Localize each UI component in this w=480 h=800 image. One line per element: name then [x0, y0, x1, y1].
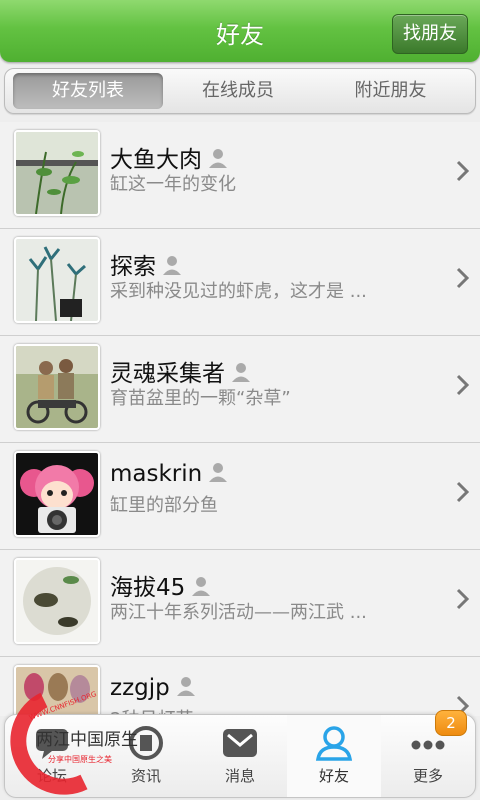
friend-latest-post: 采到种没见过的虾虎，这才是 ... — [110, 281, 367, 302]
forum-icon — [36, 729, 68, 759]
nav-label: 消息 — [224, 767, 255, 785]
list-item[interactable]: 海拔45 两江十年系列活动——两江武 ... — [0, 550, 480, 657]
tab-friend-list[interactable]: 好友列表 — [13, 73, 163, 109]
chevron-right-icon — [456, 160, 470, 186]
person-icon — [208, 462, 228, 488]
find-friends-button[interactable]: 找朋友 — [392, 14, 468, 54]
list-item[interactable]: 灵魂采集者 育苗盆里的一颗“杂草” — [0, 336, 480, 443]
tab-online-members[interactable]: 在线成员 — [163, 73, 313, 109]
chevron-right-icon — [456, 267, 470, 293]
friend-name: zzgjp — [110, 675, 170, 701]
friend-name-row: 大鱼大肉 — [110, 140, 228, 174]
avatar[interactable] — [14, 665, 100, 716]
list-item[interactable]: zzgjp 2种吊灯花 — [0, 657, 480, 716]
segmented-tabs: 好友列表 在线成员 附近朋友 — [4, 68, 476, 114]
nav-label: 更多 — [412, 767, 443, 785]
friend-list: 大鱼大肉 缸这一年的变化 探索 采到种没见过的虾虎，这才是 ... 灵魂采集者 … — [0, 116, 480, 716]
friend-latest-post: 缸里的部分鱼 — [110, 495, 218, 516]
avatar[interactable] — [14, 558, 100, 644]
friend-name-row: 探索 — [110, 247, 182, 281]
nav-label: 好友 — [318, 767, 349, 785]
notification-badge: 2 — [435, 710, 467, 736]
friend-name-row: maskrin — [110, 461, 228, 488]
friends-icon — [315, 726, 353, 761]
person-icon — [176, 676, 196, 702]
bottom-nav: 论坛 资讯 消息 好友 更多 — [4, 714, 476, 798]
nav-forum[interactable]: 论坛 — [5, 715, 99, 797]
chevron-right-icon — [456, 481, 470, 507]
news-icon — [129, 726, 163, 760]
avatar[interactable] — [14, 237, 100, 323]
message-icon — [223, 729, 257, 757]
list-item[interactable]: 探索 采到种没见过的虾虎，这才是 ... — [0, 229, 480, 336]
chevron-right-icon — [456, 588, 470, 614]
chevron-right-icon — [456, 374, 470, 400]
list-item[interactable]: maskrin 缸里的部分鱼 — [0, 443, 480, 550]
list-item[interactable]: 大鱼大肉 缸这一年的变化 — [0, 122, 480, 229]
friend-name-row: 海拔45 — [110, 568, 211, 602]
title-bar: 好友 找朋友 — [0, 0, 480, 62]
friend-name: maskrin — [110, 461, 203, 487]
avatar[interactable] — [14, 451, 100, 537]
nav-label: 资讯 — [130, 767, 161, 785]
nav-label: 论坛 — [36, 767, 67, 785]
nav-news[interactable]: 资讯 — [99, 715, 193, 797]
friend-latest-post: 两江十年系列活动——两江武 ... — [110, 602, 367, 623]
friend-latest-post: 育苗盆里的一颗“杂草” — [110, 388, 291, 409]
tab-nearby-friends[interactable]: 附近朋友 — [313, 73, 468, 109]
nav-friends[interactable]: 好友 — [287, 715, 381, 797]
nav-messages[interactable]: 消息 — [193, 715, 287, 797]
friend-name-row: 灵魂采集者 — [110, 354, 251, 388]
avatar[interactable] — [14, 344, 100, 430]
friend-latest-post: 缸这一年的变化 — [110, 174, 236, 195]
friend-name-row: zzgjp — [110, 675, 196, 702]
avatar[interactable] — [14, 130, 100, 216]
